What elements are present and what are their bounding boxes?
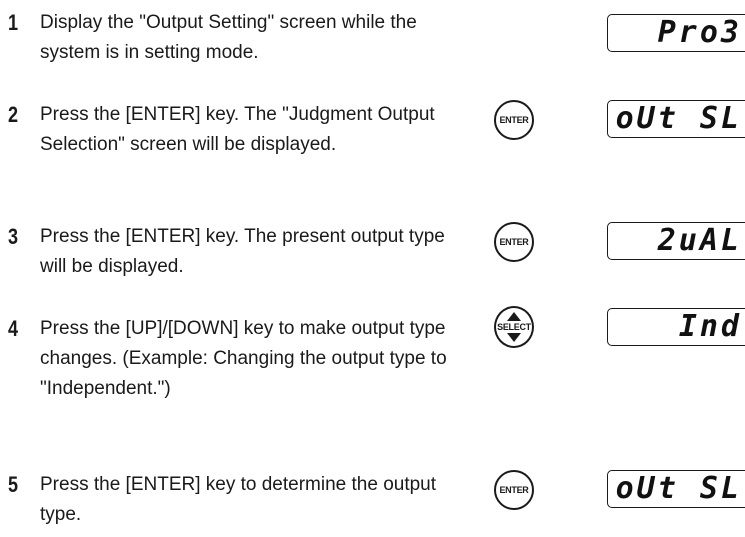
lcd-display: oUt SL — [607, 470, 745, 508]
down-arrow-icon — [507, 333, 521, 342]
step-text: Press the [UP]/[DOWN] key to make output… — [40, 318, 447, 399]
select-button-label: SELECT — [497, 322, 531, 332]
enter-button-icon: ENTER — [494, 470, 534, 510]
enter-button-label: ENTER — [499, 115, 529, 125]
up-arrow-icon — [507, 312, 521, 321]
lcd-display: Ind — [607, 308, 745, 346]
step-number: 4 — [8, 316, 19, 341]
step-text: Press the [ENTER] key. The present outpu… — [40, 226, 445, 277]
enter-button-label: ENTER — [499, 485, 529, 495]
select-button-icon: SELECT — [494, 306, 534, 348]
step-text: Press the [ENTER] key. The "Judgment Out… — [40, 104, 435, 155]
step-number: 2 — [8, 102, 19, 127]
lcd-display: 2uAL — [607, 222, 745, 260]
enter-button-icon: ENTER — [494, 100, 534, 140]
step-text: Press the [ENTER] key to determine the o… — [40, 474, 437, 525]
lcd-display-text: oUt SL — [615, 471, 742, 506]
lcd-display-text: Ind — [678, 309, 742, 344]
enter-button-label: ENTER — [499, 237, 529, 247]
lcd-display-text: 2uAL — [657, 223, 742, 258]
lcd-display: Pro3 — [607, 14, 745, 52]
lcd-display-text: Pro3 — [657, 15, 742, 50]
step-text: Display the "Output Setting" screen whil… — [40, 12, 417, 63]
step-number: 3 — [8, 224, 19, 249]
enter-button-icon: ENTER — [494, 222, 534, 262]
step-number: 1 — [8, 10, 19, 35]
lcd-display: oUt SL — [607, 100, 745, 138]
lcd-display-text: oUt SL — [615, 101, 742, 136]
step-number: 5 — [8, 472, 19, 497]
